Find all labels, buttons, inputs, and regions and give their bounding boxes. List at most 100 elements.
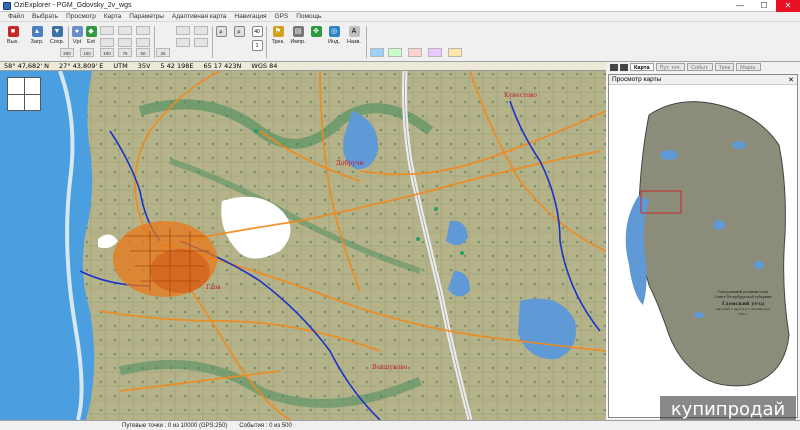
utm-label: UTM <box>113 62 128 70</box>
overview-header: Просмотр карты ✕ <box>609 75 797 85</box>
map-tool-button[interactable] <box>388 48 402 57</box>
overview-map[interactable]: Генеральный уездный план Санкт-Петербург… <box>609 85 797 415</box>
map-tool-button[interactable] <box>408 48 422 57</box>
panel-icon[interactable] <box>620 63 628 71</box>
tool-button[interactable] <box>118 38 132 47</box>
exit-button[interactable]: ■ Вых. <box>4 24 22 60</box>
magnifier-icon: ⌕ <box>215 26 227 37</box>
tool-button[interactable] <box>100 26 114 35</box>
coordinate-bar: 58° 47,682' N 27° 43,809' E UTM 35V 5 42… <box>0 62 606 71</box>
zoom-in-button[interactable]: ⌕ <box>214 24 228 60</box>
globe-icon: ◎ <box>328 26 340 37</box>
svg-text:Гдовский уезд: Гдовский уезд <box>722 300 765 307</box>
tab-waypoints[interactable]: Пут. точ. <box>655 63 685 71</box>
map-label: Гдов <box>206 284 221 291</box>
map-view[interactable]: Гдов Добручи Кунестово Вепшуково <box>0 71 606 420</box>
menu-adaptive-map[interactable]: Адаптивная карта <box>172 13 226 20</box>
menu-gps[interactable]: GPS <box>275 13 289 20</box>
utm-zone: 35V <box>137 62 151 70</box>
name-icon: A <box>348 26 360 37</box>
map-label: Кунестово <box>504 92 537 99</box>
tab-map[interactable]: Карта <box>630 63 654 71</box>
tab-routes[interactable]: Марш. <box>736 63 761 71</box>
menu-file[interactable]: Файл <box>8 13 24 20</box>
menu-help[interactable]: Помощь <box>296 13 321 20</box>
waypoints-status: Путевые точки : 0 из 10000 (GPS:250) <box>122 422 228 429</box>
load-icon: ▲ <box>31 26 43 37</box>
map-tool-button[interactable] <box>370 48 384 57</box>
map-tool-button[interactable] <box>448 48 462 57</box>
ext-icon: ◆ <box>85 26 97 37</box>
name-button[interactable]: A Назв. <box>346 24 362 60</box>
close-button[interactable]: ✕ <box>776 0 800 12</box>
waypoint-tool-button[interactable] <box>176 26 190 35</box>
svg-text:Генеральный уездный план: Генеральный уездный план <box>718 290 769 294</box>
waypoint-tool-button[interactable] <box>194 38 208 47</box>
exit-icon: ■ <box>7 26 19 37</box>
map-label: Вепшуково <box>372 364 408 371</box>
maximize-button[interactable]: ☐ <box>752 0 776 12</box>
map-pan-control[interactable] <box>7 77 41 111</box>
move-map-button[interactable]: ✥ <box>308 24 324 60</box>
longitude-readout: 27° 43,809' E <box>59 62 104 70</box>
datum-readout: WGS 84 <box>251 62 278 70</box>
northing-readout: 65 17 423N <box>203 62 242 70</box>
app-icon <box>3 1 11 10</box>
menu-select[interactable]: Выбрать <box>32 13 58 20</box>
toolbar-separator <box>366 26 367 58</box>
save-icon: ▼ <box>51 26 63 37</box>
print-button[interactable]: ▤ Импр. <box>288 24 308 60</box>
tool-button[interactable] <box>136 26 150 35</box>
toolbar-separator <box>212 26 213 58</box>
title-bar: OziExplorer - PGM_Gdovsky_2v_wgs — ☐ ✕ <box>0 0 800 12</box>
menu-settings[interactable]: Параметры <box>129 13 164 20</box>
menu-navigation[interactable]: Навигация <box>234 13 266 20</box>
map-tool-button[interactable] <box>428 48 442 57</box>
print-icon: ▤ <box>292 26 304 37</box>
window-title: OziExplorer - PGM_Gdovsky_2v_wgs <box>14 2 132 9</box>
easting-readout: 5 42 198E <box>160 62 194 70</box>
svg-text:1790 г.: 1790 г. <box>737 312 748 316</box>
map-label: Добручи <box>336 160 363 167</box>
track-button[interactable]: ⚑ Трек. <box>268 24 288 60</box>
zoom-75-button[interactable]: 75 <box>118 48 132 57</box>
tool-button[interactable] <box>136 38 150 47</box>
overview-title: Просмотр карты <box>612 76 662 83</box>
panel-icon[interactable] <box>610 63 618 71</box>
side-panel-tabs: Карта Пут. точ. Событ. Трек Марш. <box>606 62 800 72</box>
toolbar: ■ Вых. ▲ Загр. ▼ Сохр. ● Vpt ◆ Ext 200 1… <box>0 22 800 62</box>
svg-text:Санкт-Петербургской губернии: Санкт-Петербургской губернии <box>714 295 772 299</box>
overview-frame: Просмотр карты ✕ Генеральный уездный пла… <box>608 74 798 418</box>
zoom-150-button[interactable]: 150 <box>80 48 94 57</box>
nav-index-button[interactable]: ◎ Инд. <box>326 24 342 60</box>
map-overview-panel: Просмотр карты ✕ Генеральный уездный пла… <box>606 72 800 420</box>
zoom-200-button[interactable]: 200 <box>60 48 74 57</box>
waypoint-tool-button[interactable] <box>176 38 190 47</box>
magnifier-icon: ⌕ <box>233 26 245 37</box>
topographic-map[interactable]: Гдов Добручи Кунестово Вепшуково <box>0 71 606 420</box>
toolbar-separator <box>154 26 155 58</box>
zoom-50-button[interactable]: 50 <box>136 48 150 57</box>
tab-tracks[interactable]: Трек <box>714 63 735 71</box>
move-arrows-icon: ✥ <box>310 26 322 37</box>
zoom-100-button[interactable]: 100 <box>100 48 114 57</box>
minimize-button[interactable]: — <box>728 0 752 12</box>
tool-button[interactable] <box>100 38 114 47</box>
latitude-readout: 58° 47,682' N <box>4 62 50 70</box>
town-gdov <box>113 221 217 297</box>
menu-view[interactable]: Просмотр <box>66 13 96 20</box>
track-icon: ⚑ <box>272 26 284 37</box>
svg-text:масштаб 1 верста в 1 английско: масштаб 1 верста в 1 английском <box>716 307 770 311</box>
zoom-25-button[interactable]: 25 <box>156 48 170 57</box>
close-icon[interactable]: ✕ <box>788 76 794 84</box>
toolbar-separator <box>266 26 267 58</box>
vpt-icon: ● <box>71 26 83 37</box>
waypoint-tool-button[interactable] <box>194 26 208 35</box>
events-status: События : 0 из 500 <box>239 422 292 429</box>
load-button[interactable]: ▲ Загр. <box>28 24 46 60</box>
oziexplorer-window: OziExplorer - PGM_Gdovsky_2v_wgs — ☐ ✕ Ф… <box>0 0 800 430</box>
tool-button[interactable] <box>118 26 132 35</box>
tab-events[interactable]: Событ. <box>687 63 713 71</box>
menu-map[interactable]: Карта <box>104 13 121 20</box>
zoom-out-button[interactable]: ⌕ <box>232 24 246 60</box>
